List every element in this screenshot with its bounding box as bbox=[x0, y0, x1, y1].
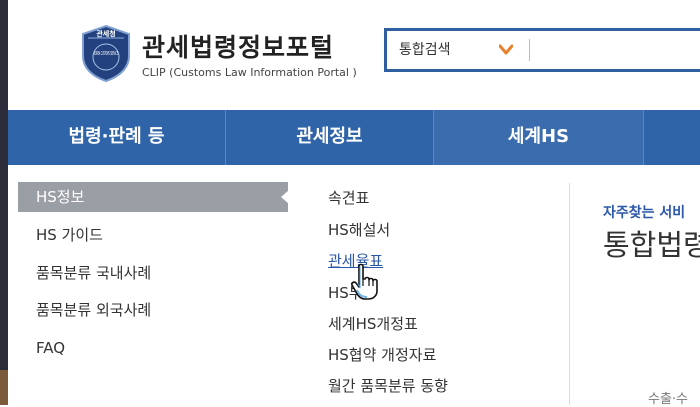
submenu-item-hs-info[interactable]: HS정보 bbox=[18, 182, 289, 212]
window-edge-accent bbox=[0, 370, 8, 405]
frequent-services-label: 자주찾는 서비 bbox=[603, 205, 686, 221]
nav-customs-info[interactable]: 관세정보 bbox=[226, 110, 434, 165]
submenu-link-hs-explanatory[interactable]: HS해설서 bbox=[328, 219, 390, 240]
submenu-link-monthly-trend[interactable]: 월간 품목분류 동향 bbox=[328, 375, 448, 396]
bottom-link[interactable]: 수출·수 bbox=[648, 388, 688, 407]
shield-subtext: KOREA CUSTOMS SERVICE bbox=[94, 51, 118, 57]
submenu-item-faq[interactable]: FAQ bbox=[18, 333, 288, 363]
window-edge bbox=[0, 0, 8, 405]
site-header: 관세청 KOREA CUSTOMS SERVICE 관세법령정보포털 CLIP … bbox=[8, 0, 700, 110]
search-scope-select[interactable]: 통합검색 bbox=[399, 31, 451, 69]
search-box: 통합검색 bbox=[384, 28, 700, 72]
submenu-item-foreign-cases[interactable]: 품목분류 외국사례 bbox=[18, 295, 288, 325]
submenu-left: HS정보 HS 가이드 품목분류 국내사례 품목분류 외국사례 FAQ bbox=[8, 165, 289, 405]
submenu-item-domestic-cases[interactable]: 품목분류 국내사례 bbox=[18, 258, 288, 288]
hand-pointer-icon bbox=[351, 263, 378, 300]
site-title[interactable]: 관세법령정보포털 bbox=[142, 28, 334, 64]
submenu-item-hs-guide[interactable]: HS 가이드 bbox=[18, 220, 288, 250]
site-subtitle: CLIP (Customs Law Information Portal ) bbox=[142, 66, 357, 79]
column-divider bbox=[569, 183, 570, 405]
shield-text: 관세청 bbox=[96, 29, 115, 38]
chevron-down-icon[interactable] bbox=[499, 44, 513, 56]
integrated-law-title[interactable]: 통합법령 bbox=[603, 222, 700, 264]
submenu-link-quick-table[interactable]: 속견표 bbox=[328, 187, 369, 208]
search-divider bbox=[529, 39, 530, 61]
nav-law-precedent[interactable]: 법령·판례 등 bbox=[8, 110, 226, 165]
search-input[interactable] bbox=[537, 35, 700, 67]
submenu-link-hs-convention[interactable]: HS협약 개정자료 bbox=[328, 344, 436, 365]
nav-world-hs[interactable]: 세계HS bbox=[434, 110, 644, 165]
nav-more[interactable] bbox=[644, 110, 700, 165]
submenu-link-world-hs-revision[interactable]: 세계HS개정표 bbox=[328, 313, 418, 334]
customs-shield-icon[interactable]: 관세청 KOREA CUSTOMS SERVICE bbox=[80, 24, 132, 82]
main-nav: 법령·판례 등 관세정보 세계HS bbox=[8, 110, 700, 165]
